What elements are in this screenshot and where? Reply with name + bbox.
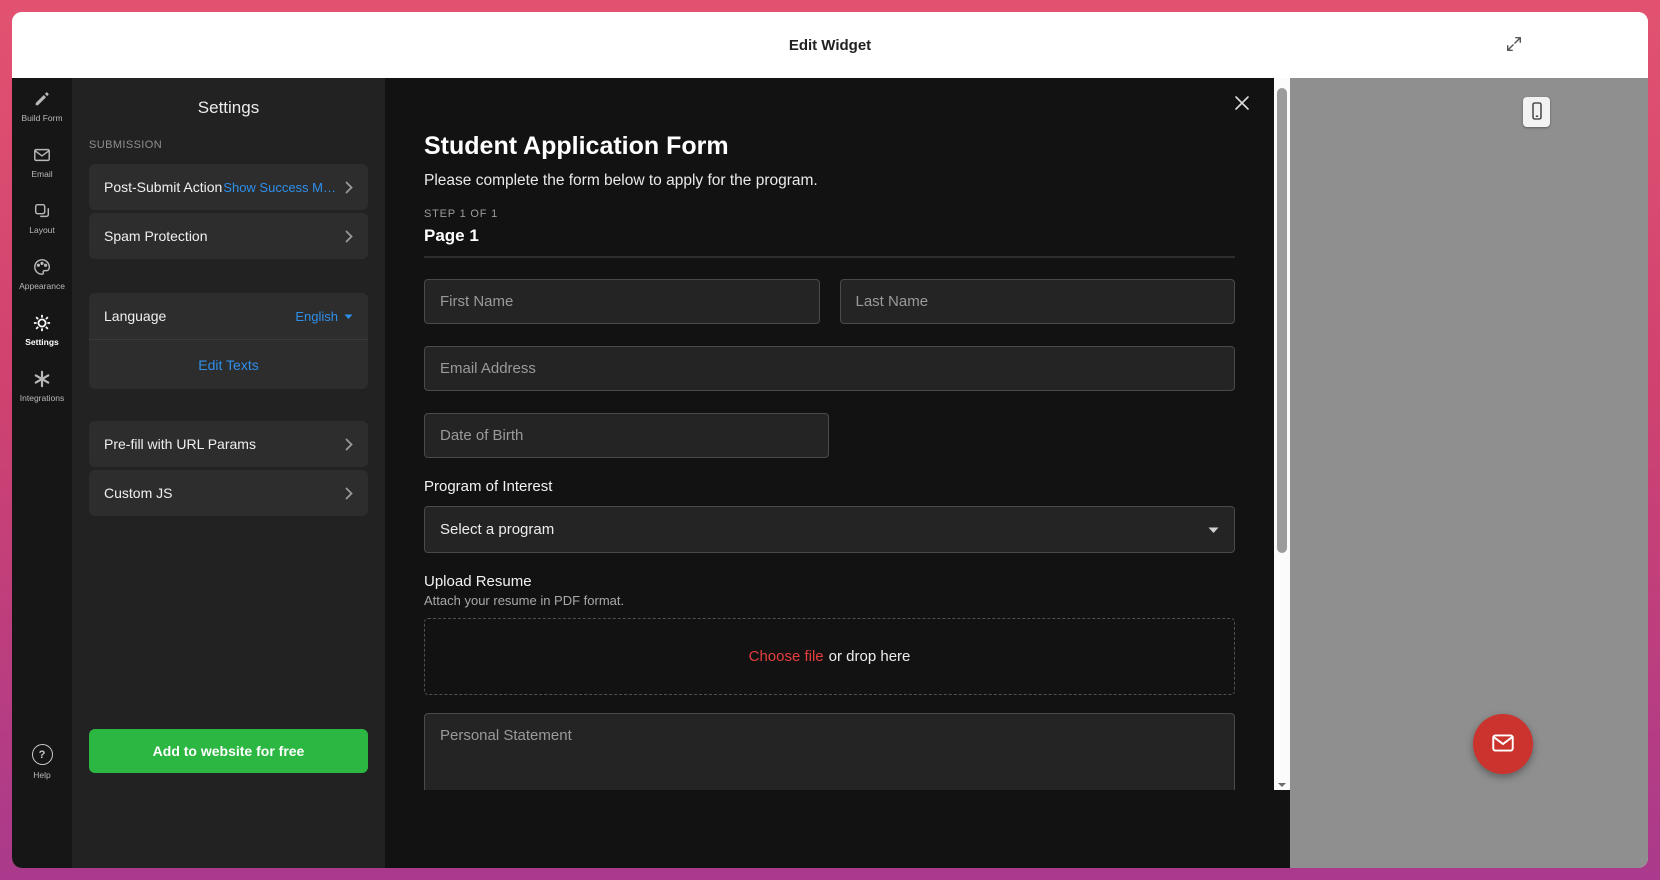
form-title: Student Application Form (424, 78, 1235, 160)
page-progress-bar (424, 256, 1235, 258)
rail-item-label: Integrations (20, 393, 64, 403)
first-name-input[interactable] (424, 279, 820, 324)
rail-item-build-form[interactable]: Build Form (12, 90, 72, 130)
custom-js-label: Custom JS (104, 485, 172, 501)
choose-file-link[interactable]: Choose file (749, 648, 824, 665)
prefill-label: Pre-fill with URL Params (104, 436, 256, 452)
rail-item-label: Settings (25, 337, 59, 347)
preview-background (1290, 78, 1648, 868)
name-row (424, 279, 1235, 324)
language-item[interactable]: Language English (89, 293, 368, 339)
help-label: Help (33, 770, 50, 780)
preview-viewport: Student Application Form Please complete… (385, 78, 1274, 790)
widget-preview: Student Application Form Please complete… (385, 78, 1274, 868)
scrollbar-thumb[interactable] (1277, 88, 1287, 553)
post-submit-action-value: Show Success M… (223, 180, 336, 195)
upload-resume-hint: Attach your resume in PDF format. (424, 593, 1235, 608)
rail-item-integrations[interactable]: Integrations (12, 370, 72, 410)
chevron-right-icon (345, 181, 353, 194)
language-card: Language English Edit Texts (89, 293, 368, 389)
post-submit-action-item[interactable]: Post-Submit Action Show Success M… (89, 164, 368, 210)
program-select-value: Select a program (440, 521, 554, 538)
modal-title: Edit Widget (789, 37, 871, 54)
language-label: Language (104, 308, 166, 324)
scroll-down-arrow-icon[interactable] (1277, 777, 1287, 787)
help-button[interactable]: ? Help (32, 744, 53, 780)
help-icon: ? (32, 744, 53, 765)
modal-header: Edit Widget (12, 12, 1648, 78)
rail-item-settings[interactable]: Settings (12, 314, 72, 354)
program-select[interactable]: Select a program (424, 506, 1235, 553)
spam-protection-label: Spam Protection (104, 228, 208, 244)
close-button[interactable] (1230, 92, 1254, 116)
caret-down-icon (344, 307, 353, 325)
dropzone-text: or drop here (829, 648, 911, 665)
edit-widget-modal: Edit Widget Build Form (12, 12, 1648, 868)
upload-resume-label: Upload Resume (424, 573, 1235, 590)
language-value: English (295, 309, 338, 324)
edit-texts-link[interactable]: Edit Texts (89, 340, 368, 389)
page-label: Page 1 (424, 226, 1235, 246)
expand-button[interactable] (1500, 31, 1528, 59)
prefill-url-params-item[interactable]: Pre-fill with URL Params (89, 421, 368, 467)
puzzle-icon (33, 370, 51, 388)
phone-icon (1529, 101, 1545, 124)
pencil-icon (33, 90, 51, 108)
rail-item-layout[interactable]: Layout (12, 202, 72, 242)
sidebar-rail: Build Form Email Layout (12, 78, 72, 868)
settings-panel: Settings SUBMISSION Post-Submit Action S… (72, 78, 385, 868)
envelope-icon (1490, 730, 1516, 759)
add-to-website-button[interactable]: Add to website for free (89, 729, 368, 773)
palette-icon (33, 258, 51, 276)
rail-item-label: Build Form (21, 113, 62, 123)
scrollbar-column (1274, 78, 1290, 868)
close-icon (1234, 95, 1250, 114)
post-submit-action-label: Post-Submit Action (104, 179, 222, 195)
rail-item-label: Appearance (19, 281, 65, 291)
caret-down-icon (1208, 521, 1219, 539)
contact-bubble-button[interactable] (1473, 714, 1533, 774)
dob-row (424, 413, 1235, 458)
email-row (424, 346, 1235, 391)
chevron-right-icon (345, 230, 353, 243)
form-subtitle: Please complete the form below to apply … (424, 172, 1235, 190)
last-name-input[interactable] (840, 279, 1236, 324)
date-of-birth-input[interactable] (424, 413, 829, 458)
rail-item-label: Email (31, 169, 52, 179)
file-dropzone[interactable]: Choose file or drop here (424, 618, 1235, 695)
chevron-right-icon (345, 438, 353, 451)
modal-content: Build Form Email Layout (12, 78, 1648, 868)
envelope-icon (33, 146, 51, 164)
custom-js-item[interactable]: Custom JS (89, 470, 368, 516)
desktop-background: Edit Widget Build Form (0, 0, 1660, 880)
chevron-right-icon (345, 487, 353, 500)
program-of-interest-label: Program of Interest (424, 478, 1235, 495)
spam-protection-item[interactable]: Spam Protection (89, 213, 368, 259)
personal-statement-textarea[interactable] (424, 713, 1235, 790)
mobile-view-toggle[interactable] (1523, 97, 1550, 127)
scrollbar-track[interactable] (1274, 78, 1290, 790)
student-application-form: Student Application Form Please complete… (385, 78, 1274, 790)
rail-item-label: Layout (29, 225, 55, 235)
rail-item-appearance[interactable]: Appearance (12, 258, 72, 298)
section-label-submission: SUBMISSION (89, 139, 368, 151)
rail-item-email[interactable]: Email (12, 146, 72, 186)
email-input[interactable] (424, 346, 1235, 391)
gear-icon (33, 314, 51, 332)
layout-icon (33, 202, 51, 220)
edit-texts-label: Edit Texts (198, 357, 258, 373)
panel-title: Settings (89, 98, 368, 118)
step-indicator: STEP 1 OF 1 (424, 208, 1235, 220)
expand-icon (1505, 35, 1523, 56)
